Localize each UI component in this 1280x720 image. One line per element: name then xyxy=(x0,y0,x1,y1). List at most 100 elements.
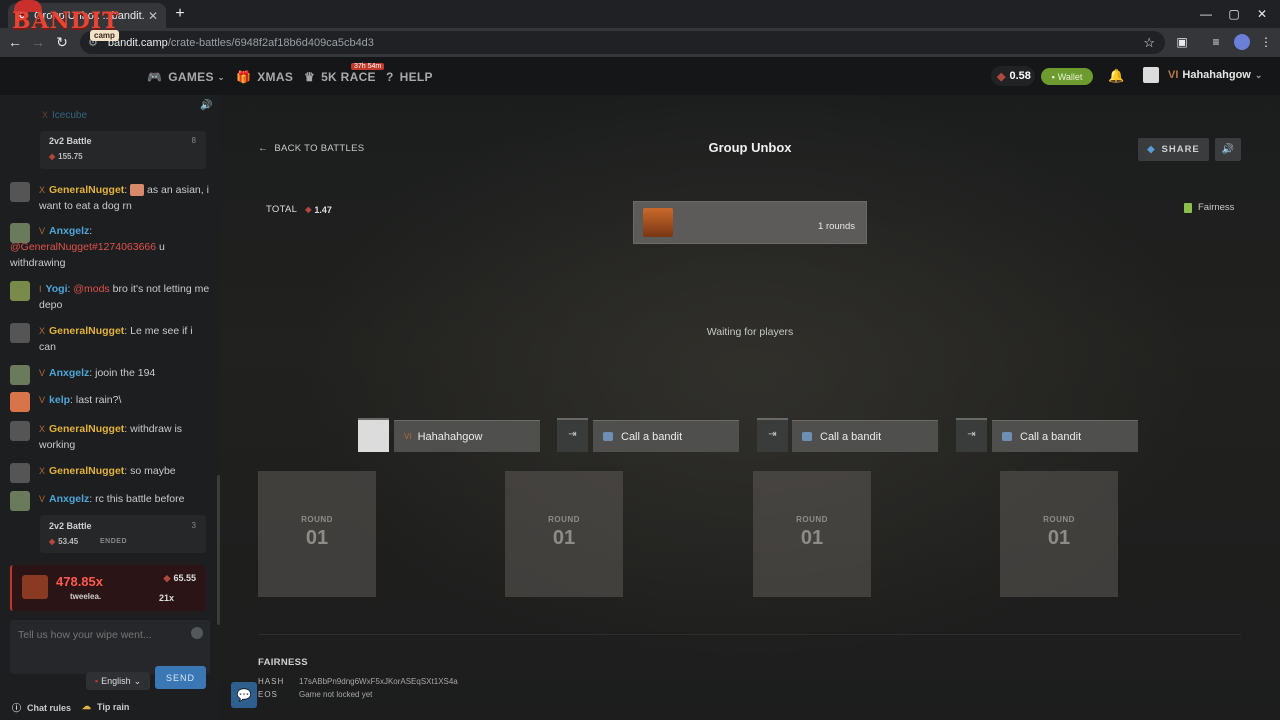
chevron-down-icon: ⌄ xyxy=(1254,70,1263,80)
browser-toolbar: ← → ↻ ⚙ bandit.camp/crate-battles/6948f2… xyxy=(0,28,1280,57)
maximize-icon[interactable]: ▢ xyxy=(1224,4,1244,24)
round-card: ROUND 01 xyxy=(1000,471,1118,597)
share-button[interactable]: ◆ SHARE xyxy=(1138,138,1209,161)
round-number: 01 xyxy=(552,527,576,549)
round-card: ROUND 01 xyxy=(753,471,871,597)
battle-card[interactable]: 2v2 Battle ◆ 155.75 8 xyxy=(40,131,206,169)
battle-card-title: 2v2 Battle xyxy=(49,521,92,531)
call-bandit-button[interactable]: Call a bandit xyxy=(992,420,1138,452)
call-bandit-button[interactable]: Call a bandit xyxy=(593,420,739,452)
minimize-icon[interactable]: — xyxy=(1196,4,1216,24)
tip-rain-link[interactable]: ☁ Tip rain xyxy=(82,701,129,712)
fairness-eos-row: EOS Game not locked yet xyxy=(258,690,372,699)
player-avatar xyxy=(358,418,389,452)
scrap-coin-icon: ◆ xyxy=(305,205,312,214)
share-label: SHARE xyxy=(1161,144,1200,155)
battle-card[interactable]: 2v2 Battle ◆ 53.45 ENDED 3 xyxy=(40,515,206,553)
notification-bell-icon[interactable]: 🔔 xyxy=(1108,68,1124,84)
cast-icon[interactable]: ▣ xyxy=(1174,34,1190,50)
win-user: tweelea. xyxy=(70,592,102,601)
browser-menu-icon[interactable]: ⋮ xyxy=(1258,34,1274,50)
rounds-count: 1 rounds xyxy=(818,221,855,232)
chat-user-faded: X Icecube xyxy=(42,110,88,121)
win-multiplier: 478.85x xyxy=(56,574,103,589)
back-to-battles-link[interactable]: ← BACK TO BATTLES xyxy=(258,143,364,154)
nav-xmas[interactable]: 🎁 XMAS xyxy=(236,70,293,84)
user-avatar[interactable] xyxy=(1143,67,1159,83)
join-icon[interactable]: ⇥ xyxy=(956,418,987,452)
site-logo[interactable]: BANDIT camp xyxy=(12,0,132,44)
user-rank: VI xyxy=(1168,69,1179,81)
chat-sidebar: 🔊 X Icecube 2v2 Battle ◆ 155.75 8 X General… xyxy=(0,95,220,720)
profile-avatar-icon[interactable] xyxy=(1234,34,1250,50)
wallet-button[interactable]: ▪ Wallet xyxy=(1041,68,1093,85)
nav-race-label: 5K RACE xyxy=(321,70,376,84)
fairness-link-label: Fairness xyxy=(1198,202,1235,213)
join-icon[interactable]: ⇥ xyxy=(557,418,588,452)
close-window-icon[interactable]: ✕ xyxy=(1252,4,1272,24)
win-count: 21x xyxy=(159,593,175,603)
user-menu[interactable]: VI Hahahahgow ⌄ xyxy=(1168,69,1262,81)
round-label: ROUND xyxy=(796,515,828,524)
call-bandit-label: Call a bandit xyxy=(820,430,882,443)
battle-card-title: 2v2 Battle xyxy=(49,136,92,146)
eos-label: EOS xyxy=(258,690,278,699)
bot-icon xyxy=(1002,432,1012,441)
nav-xmas-label: XMAS xyxy=(257,70,294,84)
round-number: 01 xyxy=(1047,527,1071,549)
back-label: BACK TO BATTLES xyxy=(274,143,365,154)
battle-card-value: ◆ 155.75 xyxy=(49,152,83,161)
battle-card-value: ◆ 53.45 xyxy=(49,537,79,546)
emoji-picker-icon[interactable] xyxy=(191,627,203,639)
share-icon: ◆ xyxy=(1147,144,1156,155)
round-label: ROUND xyxy=(1043,515,1075,524)
hash-label: HASH xyxy=(258,677,285,686)
bot-icon xyxy=(802,432,812,441)
avatar xyxy=(10,463,30,483)
sound-toggle-icon[interactable]: 🔊 xyxy=(1215,138,1241,161)
avatar xyxy=(10,182,30,202)
chat-sound-icon[interactable]: 🔊 xyxy=(200,100,212,111)
bookmark-star-icon[interactable]: ☆ xyxy=(1143,35,1155,51)
username: Hahahahgow xyxy=(1182,69,1251,81)
battle-status-badge: ENDED xyxy=(100,538,128,545)
url-path: /crate-battles/6948f2af18b6d409ca5cb4d3 xyxy=(167,36,374,49)
nav-race[interactable]: ♛ 5K RACE xyxy=(304,70,376,84)
gift-icon: 🎁 xyxy=(236,70,252,84)
language-select[interactable]: ▪ English ⌄ xyxy=(86,672,150,690)
crate-icon xyxy=(643,208,673,237)
chat-message: V Anxgelz: jooin the 194 xyxy=(10,365,210,385)
bot-icon xyxy=(603,432,613,441)
send-button[interactable]: SEND xyxy=(155,666,206,689)
total-label: TOTAL xyxy=(266,204,298,215)
player-rank: VI xyxy=(404,432,412,441)
round-card: ROUND 01 xyxy=(505,471,623,597)
hash-value: 17sABbPn9dng6WxF5xJKorASEqSXt1XS4a xyxy=(299,677,458,686)
balance-display: ◆ 0.58 xyxy=(991,66,1035,86)
battle-card-count: 3 xyxy=(191,521,196,530)
chevron-down-icon: ⌄ xyxy=(217,72,225,82)
battle-area xyxy=(220,95,1280,720)
nav-help[interactable]: ? HELP xyxy=(386,70,433,84)
chat-message: I Yogi: @mods bro it's not letting me dep… xyxy=(10,281,210,313)
browser-tab-bar: C Group Unbox :: bandit.camp - 1 ✕ + — ▢… xyxy=(0,0,1280,28)
address-bar[interactable]: ⚙ bandit.camp/crate-battles/6948f2af18b6… xyxy=(80,31,1165,54)
join-icon[interactable]: ⇥ xyxy=(757,418,788,452)
chat-message: Vkelp: last rain?\ xyxy=(10,392,210,412)
call-bandit-button[interactable]: Call a bandit xyxy=(792,420,938,452)
nav-games[interactable]: 🎮 GAMES ⌄ xyxy=(147,70,225,84)
big-win-card[interactable]: 478.85x tweelea. ◆ 65.55 21x xyxy=(10,565,206,611)
arrow-left-icon: ← xyxy=(258,143,269,154)
logo-subtext: camp xyxy=(90,30,119,41)
new-tab-button[interactable]: + xyxy=(170,4,190,24)
crown-icon: ♛ xyxy=(304,70,316,84)
nav-help-label: HELP xyxy=(399,70,433,84)
waiting-status: Waiting for players xyxy=(706,326,794,338)
chat-rules-link[interactable]: ⓘ Chat rules xyxy=(12,701,71,714)
chat-toggle-icon[interactable]: 💬 xyxy=(231,682,257,708)
shield-icon xyxy=(1184,202,1192,213)
fairness-link[interactable]: Fairness xyxy=(1184,202,1234,213)
chevron-down-icon: ⌄ xyxy=(133,675,142,686)
media-icon[interactable]: ≡ xyxy=(1208,34,1224,50)
close-tab-icon[interactable]: ✕ xyxy=(148,9,158,23)
